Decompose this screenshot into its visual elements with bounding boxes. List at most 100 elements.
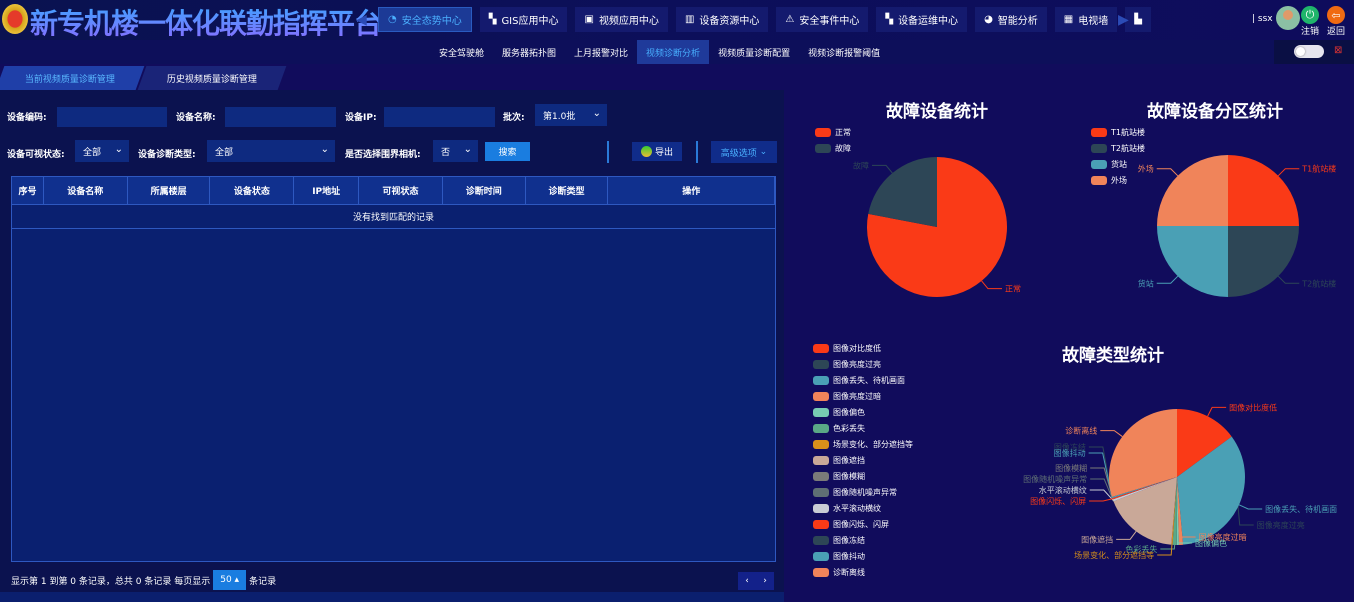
nav-item-7[interactable]: ▦ 电视墙 [1054, 7, 1118, 32]
next-page-button[interactable]: › [763, 576, 767, 586]
legend-label: 正常 [835, 127, 851, 137]
legend-item[interactable]: 图像抖动 [813, 548, 913, 564]
legend-label: 诊断离线 [833, 567, 865, 577]
legend-item[interactable]: 正常 [815, 124, 851, 140]
legend-item[interactable]: T1航站楼 [1091, 124, 1145, 140]
page-size-select[interactable]: 50 ▴ [213, 570, 247, 590]
export-button[interactable]: 导出 [632, 142, 682, 161]
legend-label: 图像丢失、待机画面 [833, 375, 905, 385]
subnav-item-3[interactable]: 视频诊断分析 [637, 40, 710, 64]
visible-status-select[interactable]: 全部 ⌄ [75, 140, 129, 162]
sub-navigation: 安全驾驶舱 服务器拓扑图 上月报警对比 视频诊断分析 视频质量诊断配置 视频诊断报警阈值 [0, 40, 1274, 64]
column-header[interactable]: 设备状态 [210, 177, 295, 204]
legend-swatch [815, 127, 831, 137]
legend-label: 图像偏色 [833, 407, 865, 417]
legend-label: 图像随机噪声异常 [833, 487, 897, 497]
legend-label: 图像模糊 [833, 471, 865, 481]
diag-type-select[interactable]: 全部 ⌄ [207, 140, 335, 162]
grid-icon: ▦ [1063, 14, 1074, 25]
chevron-down-icon: ⌄ [592, 108, 601, 119]
nav-item-8[interactable]: ▙ [1125, 7, 1151, 32]
legend-item[interactable]: 诊断离线 [813, 564, 913, 580]
legend-swatch [813, 391, 829, 401]
legend-item[interactable]: 图像亮度过暗 [813, 388, 913, 404]
legend-item[interactable]: 图像冻结 [813, 532, 913, 548]
legend-item[interactable]: 图像遮挡 [813, 452, 913, 468]
legend-item[interactable]: 图像模糊 [813, 468, 913, 484]
device-code-input[interactable] [57, 107, 167, 127]
empty-message: 没有找到匹配的记录 [12, 205, 775, 229]
nav-item-4[interactable]: ⚠ 安全事件中心 [776, 7, 869, 32]
legend-swatch [813, 535, 829, 545]
nav-item-0[interactable]: ◔ 安全态势中心 [378, 7, 472, 32]
column-header[interactable]: 可视状态 [359, 177, 443, 204]
subnav-item-5[interactable]: 视频诊断报警阈值 [799, 40, 889, 64]
batch-value: 第1.0批 [543, 111, 576, 122]
legend-item[interactable]: 货站 [1091, 156, 1145, 172]
legend-item[interactable]: 图像偏色 [813, 404, 913, 420]
nav-prev-arrow-icon[interactable]: ◀ [356, 12, 367, 28]
disconnect-icon[interactable]: ⊠ [1334, 45, 1342, 56]
legend-item[interactable]: 外场 [1091, 172, 1145, 188]
nav-next-arrow-icon[interactable]: ▶ [1118, 12, 1129, 28]
column-header[interactable]: 设备名称 [44, 177, 128, 204]
subnav-item-1[interactable]: 服务器拓扑图 [493, 40, 565, 64]
pager: ‹ › [738, 572, 774, 590]
legend-label: 场景变化、部分遮挡等 [833, 439, 913, 449]
back-button[interactable]: ⇦ 返回 [1326, 6, 1346, 37]
legend-swatch [1091, 159, 1107, 169]
tab-0[interactable]: 当前视频质量诊断管理 [0, 66, 145, 90]
tab-1[interactable]: 历史视频质量诊断管理 [137, 66, 287, 90]
search-button[interactable]: 搜索 [485, 142, 530, 161]
legend-label: T2航站楼 [1111, 143, 1145, 153]
nav-item-1[interactable]: ▚ GIS应用中心 [479, 7, 568, 32]
legend-item[interactable]: 图像对比度低 [813, 340, 913, 356]
advanced-options-button[interactable]: 高级选项 ⌄ [711, 141, 777, 163]
chart-title: 故障类型统计 [1062, 346, 1164, 366]
column-header[interactable]: 诊断时间 [443, 177, 526, 204]
power-icon: ⏻ [1301, 6, 1319, 24]
batch-select[interactable]: 第1.0批 ⌄ [535, 104, 607, 126]
chart-legend: T1航站楼 T2航站楼货站外场 [1091, 124, 1145, 188]
legend-item[interactable]: 色彩丢失 [813, 420, 913, 436]
legend-item[interactable]: T2航站楼 [1091, 140, 1145, 156]
nav-item-3[interactable]: ▥ 设备资源中心 [675, 7, 769, 32]
nav-item-2[interactable]: ▣ 视频应用中心 [575, 7, 668, 32]
perimeter-label: 是否选择围界相机: [345, 150, 421, 160]
column-header[interactable]: 操作 [608, 177, 775, 204]
legend-item[interactable]: 图像丢失、待机画面 [813, 372, 913, 388]
legend-item[interactable]: 水平滚动横纹 [813, 500, 913, 516]
column-header[interactable]: 所属楼层 [128, 177, 211, 204]
legend-item[interactable]: 场景变化、部分遮挡等 [813, 436, 913, 452]
toggle-switch[interactable] [1294, 45, 1324, 58]
nav-item-6[interactable]: ◕ 智能分析 [975, 7, 1047, 32]
legend-swatch [813, 359, 829, 369]
device-ip-input[interactable] [384, 107, 495, 127]
device-name-input[interactable] [225, 107, 336, 127]
legend-swatch [813, 487, 829, 497]
legend-label: 货站 [1111, 159, 1127, 169]
visible-status-value: 全部 [83, 147, 102, 158]
column-header[interactable]: 诊断类型 [526, 177, 609, 204]
subnav-item-2[interactable]: 上月报警对比 [565, 40, 637, 64]
diag-type-value: 全部 [215, 147, 234, 158]
avatar[interactable] [1276, 6, 1300, 30]
batch-label: 批次: [503, 113, 525, 123]
column-header[interactable]: IP地址 [294, 177, 360, 204]
legend-item[interactable]: 图像随机噪声异常 [813, 484, 913, 500]
nav-item-5[interactable]: ▚ 设备运维中心 [876, 7, 968, 32]
device-icon: ▥ [684, 14, 695, 25]
prev-page-button[interactable]: ‹ [745, 576, 749, 586]
subnav-item-0[interactable]: 安全驾驶舱 [430, 40, 493, 64]
perimeter-select[interactable]: 否 ⌄ [433, 140, 478, 162]
wrench-icon: ▚ [885, 14, 894, 25]
subnav-item-4[interactable]: 视频质量诊断配置 [709, 40, 799, 64]
legend-item[interactable]: 故障 [815, 140, 851, 156]
legend-item[interactable]: 图像亮度过亮 [813, 356, 913, 372]
logout-button[interactable]: ⏻ 注销 [1300, 6, 1320, 37]
legend-swatch [813, 343, 829, 353]
legend-label: 图像闪烁、闪屏 [833, 519, 889, 529]
legend-item[interactable]: 图像闪烁、闪屏 [813, 516, 913, 532]
legend-label: 故障 [835, 143, 851, 153]
column-header[interactable]: 序号 [12, 177, 44, 204]
